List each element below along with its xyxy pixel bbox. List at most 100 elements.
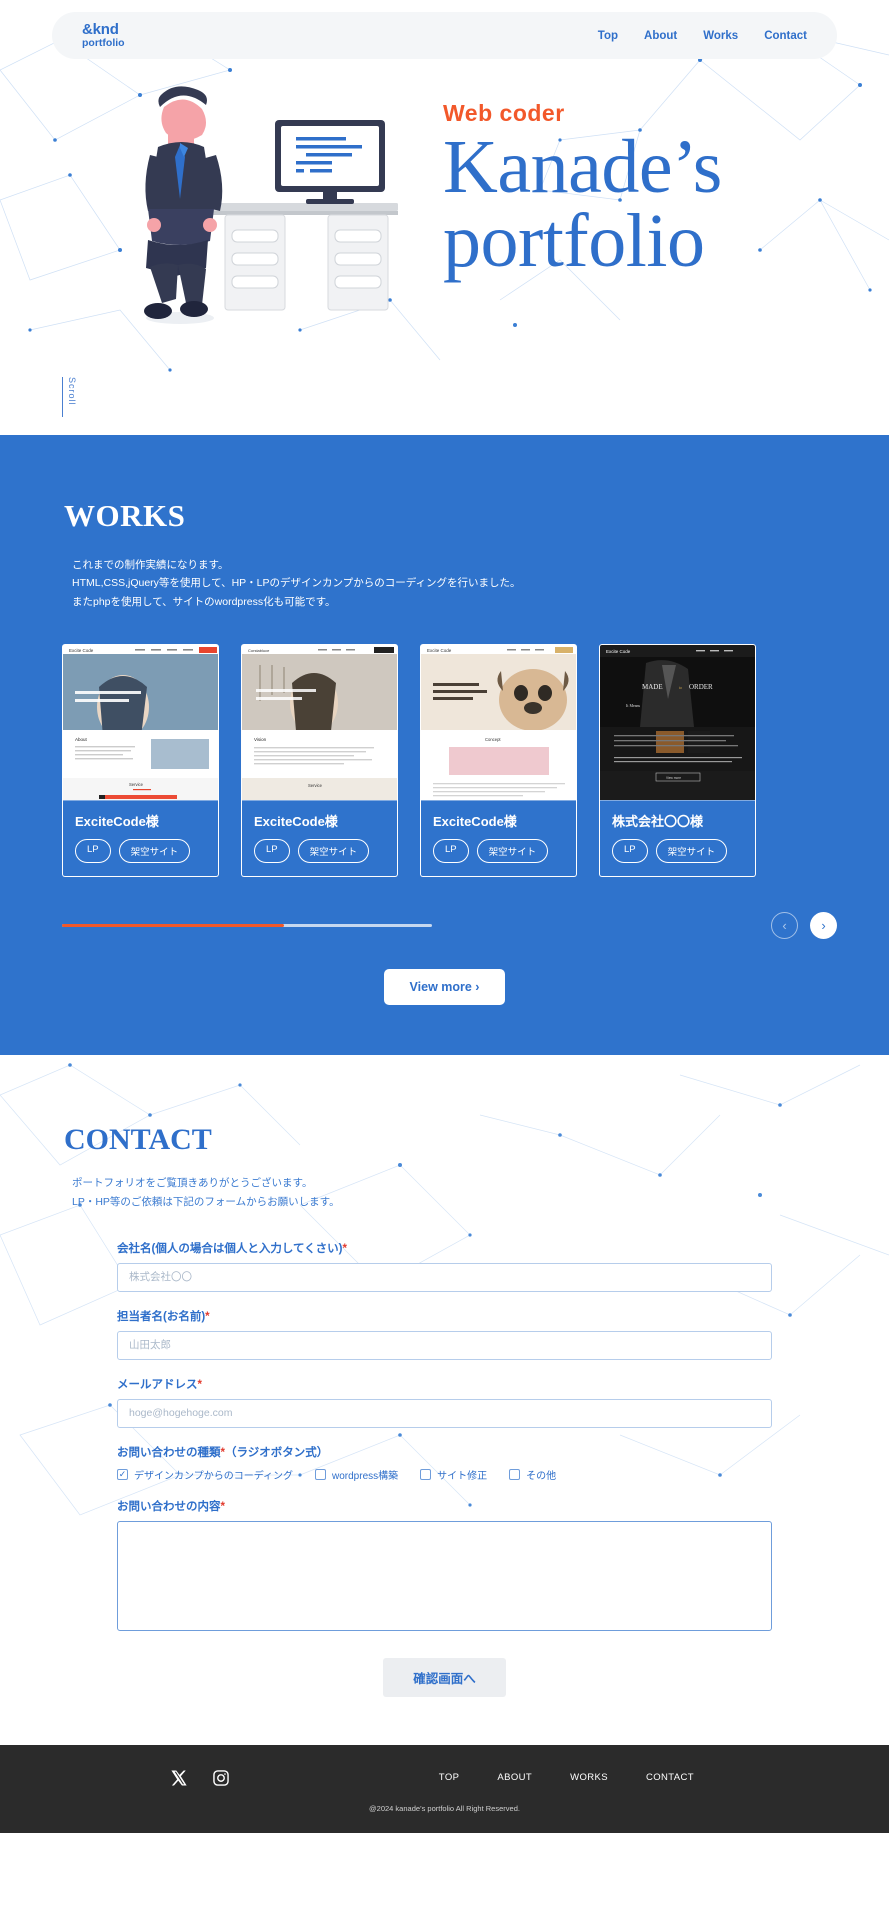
hero-eyebrow: Web coder [443, 100, 565, 126]
x-twitter-link[interactable] [170, 1769, 188, 1787]
works-description-line1: これまでの制作実績になります。 [72, 559, 229, 571]
required-mark: * [220, 1500, 225, 1513]
navigation-bar: &knd portfolio Top About Works Contact [52, 12, 837, 59]
svg-text:View more: View more [666, 776, 681, 780]
carousel-progress-fill [62, 924, 284, 928]
svg-text:Service: Service [308, 783, 323, 788]
work-card[interactable]: Excite Code MADE to ORDER It Means View … [599, 644, 756, 878]
carousel-prev-icon[interactable]: ‹ [771, 912, 798, 940]
work-card-body: ExciteCode様 LP 架空サイト [63, 800, 218, 877]
footer-link-works[interactable]: WORKS [570, 1772, 608, 1783]
work-thumbnail: Excite Code Concept [421, 645, 576, 801]
work-card-tags: LP 架空サイト [75, 839, 206, 864]
logo-primary-text: &knd [82, 21, 119, 39]
field-company: 会社名(個人の場合は個人と入力してくさい)* [117, 1240, 772, 1292]
svg-text:MADE: MADE [642, 683, 663, 691]
hero-title-block: Web coder Kanade’s portfolio [443, 100, 722, 279]
carousel-controls: ‹ › [62, 912, 837, 940]
email-label-text: メールアドレス [117, 1378, 198, 1391]
field-inquiry-type: お問い合わせの種類*（ラジオボタン式） ✓ デザインカンプからのコーディング w… [117, 1444, 772, 1482]
work-tag: LP [612, 839, 648, 864]
name-label: 担当者名(お名前)* [117, 1308, 772, 1324]
nav-link-works[interactable]: Works [703, 30, 738, 42]
radio-option-label: wordpress構築 [332, 1470, 399, 1482]
work-card-tags: LP 架空サイト [612, 839, 743, 864]
radio-option-other[interactable]: その他 [509, 1467, 556, 1482]
email-input[interactable] [117, 1398, 772, 1428]
checkbox-icon[interactable] [315, 1468, 326, 1480]
scroll-indicator: Scroll [62, 377, 77, 417]
primary-nav: Top About Works Contact [598, 30, 807, 42]
footer-link-contact[interactable]: CONTACT [646, 1772, 694, 1783]
works-description-line3: またphpを使用して、サイトのwordpress化も可能です。 [72, 595, 336, 608]
hero-illustration [144, 86, 398, 324]
inquiry-type-suffix: （ラジオボタン式） [224, 1446, 329, 1459]
inquiry-type-label: お問い合わせの種類*（ラジオボタン式） [117, 1444, 772, 1460]
work-tag: 架空サイト [118, 839, 191, 864]
work-card-title: ExciteCode様 [75, 814, 159, 830]
svg-text:ORDER: ORDER [689, 683, 713, 691]
work-card-title: ExciteCode様 [433, 814, 517, 830]
contact-description-line2: LP・HP等のご依頼は下記のフォームからお願いします。 [72, 1196, 340, 1209]
radio-option-wordpress[interactable]: wordpress構築 [315, 1467, 398, 1482]
company-label: 会社名(個人の場合は個人と入力してくさい)* [117, 1240, 772, 1256]
name-input[interactable] [117, 1330, 772, 1360]
svg-text:About: About [75, 737, 88, 742]
work-tag: LP [75, 839, 111, 864]
svg-text:Excite Code: Excite Code [69, 648, 94, 653]
inquiry-type-label-text: お問い合わせの種類 [117, 1446, 221, 1459]
nav-link-top[interactable]: Top [598, 30, 618, 42]
work-thumbnail: Excite Code MADE to ORDER It Means View … [600, 645, 755, 801]
radio-option-site-fix[interactable]: サイト修正 [420, 1467, 487, 1482]
carousel-next-icon[interactable]: › [810, 912, 837, 940]
work-card[interactable]: Excite Code About Service ExciteCode様 LP… [62, 644, 219, 878]
carousel-progress-bar[interactable] [62, 924, 432, 928]
field-name: 担当者名(お名前)* [117, 1308, 772, 1360]
work-card-tags: LP 架空サイト [433, 839, 564, 864]
svg-text:Vision: Vision [254, 737, 267, 742]
work-thumbnail: Excite Code About Service [63, 645, 218, 801]
footer-link-about[interactable]: ABOUT [497, 1772, 532, 1783]
logo-secondary-text: portfolio [82, 36, 125, 49]
checkbox-icon[interactable] [509, 1468, 521, 1480]
work-card-body: 株式会社〇〇様 LP 架空サイト [600, 800, 755, 877]
social-links [170, 1769, 230, 1787]
name-label-text: 担当者名(お名前) [117, 1310, 206, 1323]
required-mark: * [205, 1310, 210, 1323]
work-tag: LP [254, 839, 290, 864]
radio-option-label: その他 [526, 1470, 557, 1482]
site-logo[interactable]: &knd portfolio [82, 22, 125, 49]
radio-option-coding[interactable]: ✓ デザインカンプからのコーディング [117, 1467, 293, 1482]
svg-text:to: to [679, 685, 682, 690]
works-card-list: Excite Code About Service ExciteCode様 LP… [62, 644, 889, 878]
checkbox-icon[interactable] [420, 1468, 432, 1480]
nav-link-about[interactable]: About [644, 30, 677, 42]
work-card-title: ExciteCode様 [254, 814, 338, 830]
hero-section: &knd portfolio Top About Works Contact W… [0, 0, 889, 435]
svg-text:Service: Service [129, 782, 144, 787]
work-card-title: 株式会社〇〇様 [612, 814, 704, 830]
company-input[interactable] [117, 1262, 772, 1292]
work-tag: 架空サイト [655, 839, 728, 864]
checkbox-icon[interactable]: ✓ [117, 1468, 128, 1480]
portfolio-page: &knd portfolio Top About Works Contact W… [0, 0, 889, 1833]
svg-text:It Means: It Means [626, 703, 641, 708]
work-card[interactable]: Excite Code Concept ExciteCode様 LP 架空サイト [420, 644, 577, 878]
view-more-button[interactable]: View more › [383, 969, 506, 1006]
site-footer: TOP ABOUT WORKS CONTACT @2024 kanade’s p… [0, 1744, 889, 1833]
field-email: メールアドレス* [117, 1376, 772, 1428]
inquiry-type-options: ✓ デザインカンプからのコーディング wordpress構築 サイト修正 その他 [117, 1467, 772, 1482]
carousel-arrows: ‹ › [771, 912, 837, 940]
message-textarea[interactable] [117, 1520, 772, 1631]
footer-link-top[interactable]: TOP [439, 1772, 460, 1783]
footer-nav: TOP ABOUT WORKS CONTACT [439, 1772, 719, 1783]
contact-description: ポートフォリオをご覧頂きありがとうございます。 LP・HP等のご依頼は下記のフォ… [72, 1174, 889, 1212]
submit-button[interactable]: 確認画面へ [383, 1657, 506, 1697]
nav-link-contact[interactable]: Contact [764, 30, 807, 42]
work-card[interactable]: Corstabluce Vision Service ExciteCode様 L… [241, 644, 398, 878]
instagram-link[interactable] [212, 1769, 230, 1787]
work-thumbnail: Corstabluce Vision Service [242, 645, 397, 801]
radio-option-label: サイト修正 [437, 1470, 488, 1482]
svg-text:Excite Code: Excite Code [606, 649, 631, 654]
work-tag: 架空サイト [476, 839, 549, 864]
